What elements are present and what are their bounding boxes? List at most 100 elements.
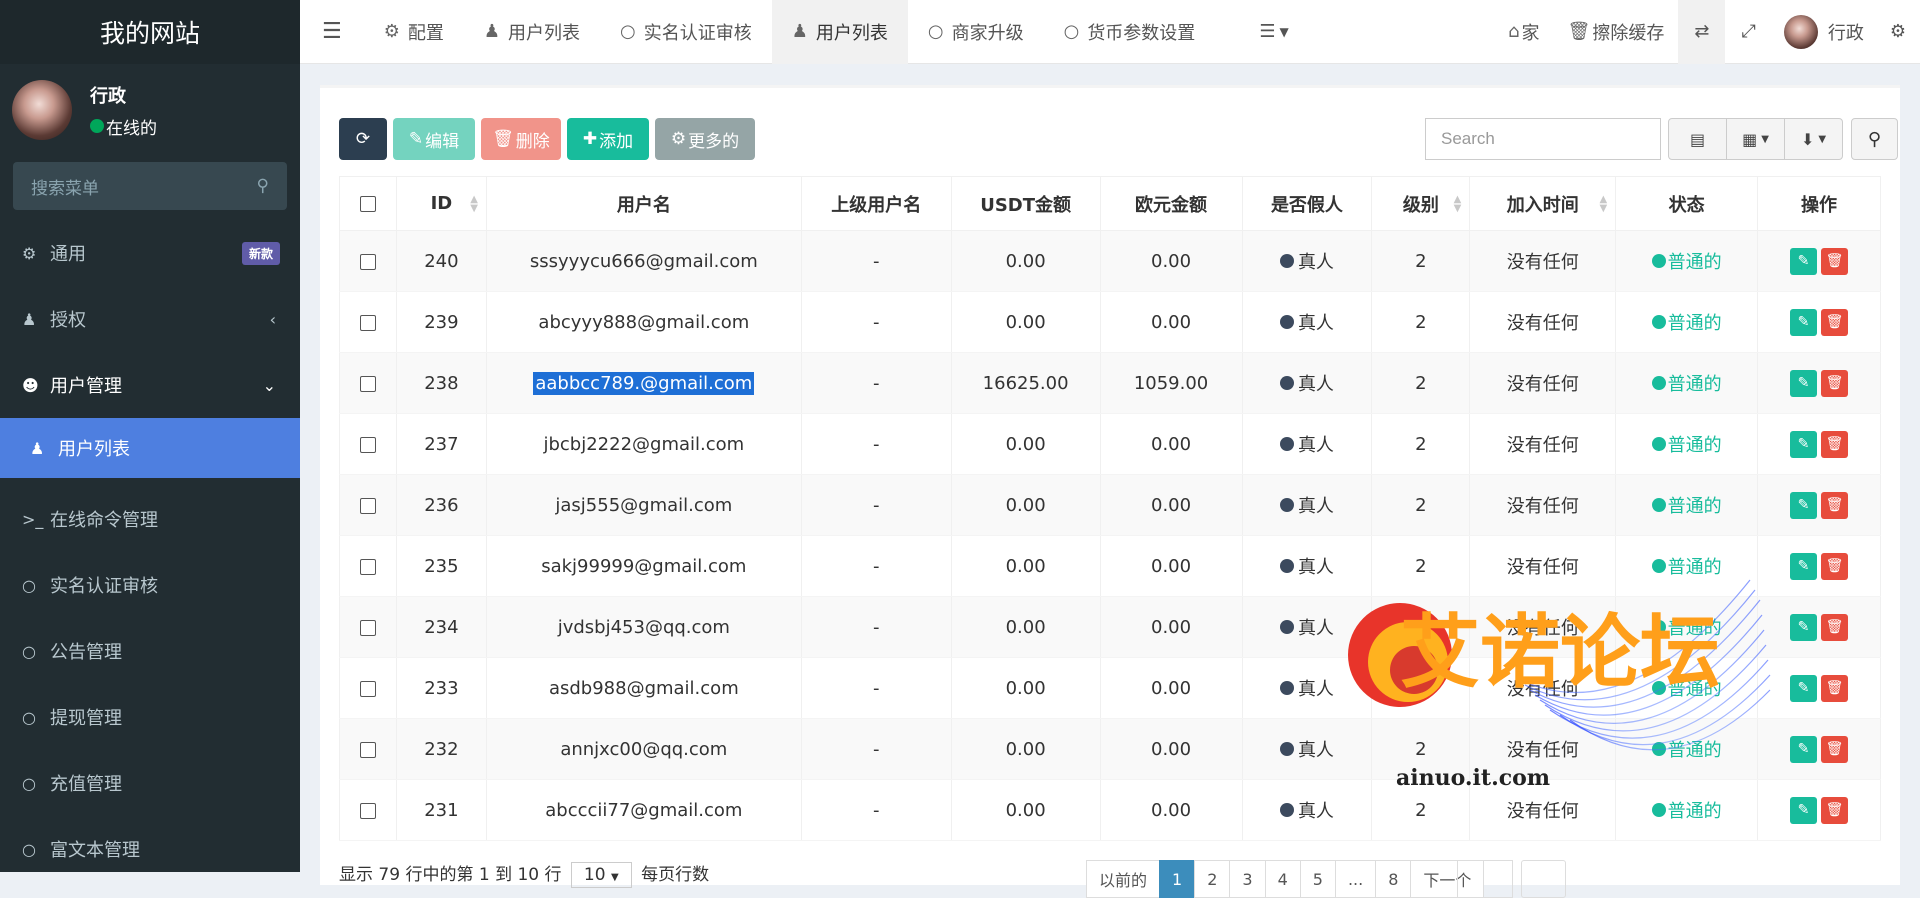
table-search-input[interactable]: Search bbox=[1425, 118, 1661, 160]
edit-button[interactable]: ✎ 编辑 bbox=[393, 118, 475, 160]
tab-currency-settings[interactable]: ○ 货币参数设置 bbox=[1044, 0, 1216, 64]
page-button[interactable]: 3 bbox=[1229, 860, 1266, 898]
row-delete-button[interactable]: 🗑 bbox=[1821, 308, 1849, 336]
row-select-cell[interactable] bbox=[339, 596, 397, 658]
page-button[interactable]: 2 bbox=[1194, 860, 1231, 898]
fullscreen-button[interactable]: ⤢ bbox=[1725, 0, 1771, 64]
row-delete-button[interactable]: 🗑 bbox=[1821, 613, 1849, 641]
page-button[interactable]: ... bbox=[1334, 860, 1377, 898]
row-checkbox[interactable] bbox=[359, 314, 376, 331]
row-delete-button[interactable]: 🗑 bbox=[1821, 674, 1849, 702]
page-jump-input[interactable] bbox=[1457, 860, 1513, 898]
refresh-button[interactable]: ⟳ bbox=[339, 118, 387, 160]
tabs-dropdown[interactable]: ☰ ▼ bbox=[1215, 0, 1332, 64]
table-row[interactable]: 238 aabbcc789.@gmail.com -16625.00 1059.00 真… bbox=[339, 352, 1881, 414]
export-button[interactable]: ⬇ ▼ bbox=[1785, 119, 1842, 159]
col-joined[interactable]: 加入时间 ▲ ▼ bbox=[1469, 176, 1617, 231]
row-select-cell[interactable] bbox=[339, 413, 397, 475]
table-row[interactable]: 234 jvdsbj453@qq.com -0.00 0.00 真人 2 没有任何 普通的 ✎ 🗑 bbox=[339, 596, 1881, 658]
table-row[interactable]: 232 annjxc00@qq.com -0.00 0.00 真人 2 没有任何 普通的 ✎ 🗑 bbox=[339, 718, 1881, 780]
table-row[interactable]: 235 sakj99999@gmail.com -0.00 0.00 真人 2 没有任何 普通… bbox=[339, 535, 1881, 597]
tab-user-list[interactable]: ♟ 用户列表 bbox=[464, 0, 600, 64]
row-checkbox[interactable] bbox=[359, 680, 376, 697]
row-checkbox[interactable] bbox=[359, 375, 376, 392]
row-edit-button[interactable]: ✎ bbox=[1790, 735, 1818, 763]
delete-button[interactable]: 🗑 删除 bbox=[481, 118, 561, 160]
row-edit-button[interactable]: ✎ bbox=[1790, 491, 1818, 519]
sidebar-item-general[interactable]: ⚙ 通用 新款 bbox=[0, 220, 300, 286]
row-edit-button[interactable]: ✎ bbox=[1790, 430, 1818, 458]
col-level[interactable]: 级别 ▲ ▼ bbox=[1371, 176, 1471, 231]
tab-verification[interactable]: ○ 实名认证审核 bbox=[600, 0, 772, 64]
clear-cache-button[interactable]: 🗑 擦除缓存 bbox=[1554, 0, 1679, 64]
page-button[interactable]: 5 bbox=[1299, 860, 1336, 898]
table-row[interactable]: 237 jbcbj2222@gmail.com -0.00 0.00 真人 2 没有任何 普通… bbox=[339, 413, 1881, 475]
select-all-cell[interactable] bbox=[339, 176, 397, 231]
page-button[interactable]: 1 bbox=[1159, 860, 1196, 898]
page-jump-button[interactable] bbox=[1521, 860, 1566, 898]
columns-button[interactable]: ▦ ▼ bbox=[1727, 119, 1785, 159]
row-checkbox[interactable] bbox=[359, 741, 376, 758]
tab-config[interactable]: ⚙ 配置 bbox=[364, 0, 464, 64]
row-checkbox[interactable] bbox=[359, 497, 376, 514]
per-page-select[interactable]: 10 ▼ bbox=[570, 862, 632, 888]
tab-merchant-upgrade[interactable]: ○ 商家升级 bbox=[908, 0, 1044, 64]
page-button[interactable]: 8 bbox=[1375, 860, 1412, 898]
row-select-cell[interactable] bbox=[339, 352, 397, 414]
row-edit-button[interactable]: ✎ bbox=[1790, 674, 1818, 702]
table-row[interactable]: 236 jasj555@gmail.com -0.00 0.00 真人 2 没有任何 普通的 ✎… bbox=[339, 474, 1881, 536]
row-edit-button[interactable]: ✎ bbox=[1790, 247, 1818, 275]
row-select-cell[interactable] bbox=[339, 779, 397, 841]
sidebar-item-recharge[interactable]: ○ 充值管理 bbox=[0, 750, 300, 816]
row-edit-button[interactable]: ✎ bbox=[1790, 369, 1818, 397]
row-checkbox[interactable] bbox=[359, 253, 376, 270]
menu-toggle-icon[interactable]: ☰ bbox=[300, 0, 364, 64]
settings-button[interactable]: ⚙ bbox=[1876, 0, 1920, 64]
sidebar-item-user-management[interactable]: ☻ 用户管理 ⌄ bbox=[0, 352, 300, 418]
row-delete-button[interactable]: 🗑 bbox=[1821, 430, 1849, 458]
tab-user-list-active[interactable]: ♟ 用户列表 bbox=[771, 0, 908, 64]
language-button[interactable]: ⇄ bbox=[1678, 0, 1726, 64]
user-menu[interactable]: 行政 bbox=[1772, 0, 1876, 64]
row-delete-button[interactable]: 🗑 bbox=[1821, 735, 1849, 763]
row-delete-button[interactable]: 🗑 bbox=[1821, 796, 1849, 824]
page-button[interactable]: 4 bbox=[1264, 860, 1301, 898]
table-row[interactable]: 231 abcccii77@gmail.com -0.00 0.00 真人 2 没有任何 普通… bbox=[339, 779, 1881, 841]
row-edit-button[interactable]: ✎ bbox=[1790, 552, 1818, 580]
sidebar-item-richtext[interactable]: ○ 富文本管理 bbox=[0, 816, 300, 882]
row-select-cell[interactable] bbox=[339, 291, 397, 353]
sidebar-item-withdrawals[interactable]: ○ 提现管理 bbox=[0, 684, 300, 750]
sidebar-item-announcements[interactable]: ○ 公告管理 bbox=[0, 618, 300, 684]
table-row[interactable]: 239 abcyyy888@gmail.com -0.00 0.00 真人 2 没有任何 普通… bbox=[339, 291, 1881, 353]
row-select-cell[interactable] bbox=[339, 535, 397, 597]
table-row[interactable]: 233 asdb988@gmail.com -0.00 0.00 真人 2 没有任何 普通的 ✎… bbox=[339, 657, 1881, 719]
menu-search-input[interactable]: 搜索菜单 ⚲ bbox=[13, 162, 287, 210]
row-select-cell[interactable] bbox=[339, 657, 397, 719]
row-edit-button[interactable]: ✎ bbox=[1790, 613, 1818, 641]
advanced-search-button[interactable]: ⚲ bbox=[1851, 118, 1898, 160]
row-select-cell[interactable] bbox=[339, 474, 397, 536]
col-id[interactable]: ID ▲ ▼ bbox=[395, 176, 487, 231]
more-button[interactable]: ⚙ 更多的 bbox=[655, 118, 755, 160]
row-edit-button[interactable]: ✎ bbox=[1790, 796, 1818, 824]
home-link[interactable]: ⌂ 家 bbox=[1494, 0, 1553, 64]
search-icon[interactable]: ⚲ bbox=[257, 176, 269, 196]
toggle-view-button[interactable]: ▤ bbox=[1669, 119, 1727, 159]
site-logo[interactable]: 我的网站 bbox=[0, 0, 300, 64]
row-checkbox[interactable] bbox=[359, 558, 376, 575]
row-select-cell[interactable] bbox=[339, 718, 397, 780]
select-all-checkbox[interactable] bbox=[359, 196, 376, 212]
table-row[interactable]: 240 sssyyycu666@gmail.com -0.00 0.00 真人 2 没有任何… bbox=[339, 230, 1881, 292]
row-checkbox[interactable] bbox=[359, 802, 376, 819]
add-button[interactable]: ✚ 添加 bbox=[567, 118, 649, 160]
row-select-cell[interactable] bbox=[339, 230, 397, 292]
row-delete-button[interactable]: 🗑 bbox=[1821, 369, 1849, 397]
row-delete-button[interactable]: 🗑 bbox=[1821, 552, 1849, 580]
row-delete-button[interactable]: 🗑 bbox=[1821, 491, 1849, 519]
sidebar-item-verification[interactable]: ○ 实名认证审核 bbox=[0, 552, 300, 618]
row-edit-button[interactable]: ✎ bbox=[1790, 308, 1818, 336]
sidebar-item-auth[interactable]: ♟ 授权 ‹ bbox=[0, 286, 300, 352]
row-delete-button[interactable]: 🗑 bbox=[1821, 247, 1849, 275]
row-checkbox[interactable] bbox=[359, 619, 376, 636]
sidebar-item-online-command[interactable]: >_ 在线命令管理 bbox=[0, 486, 300, 552]
